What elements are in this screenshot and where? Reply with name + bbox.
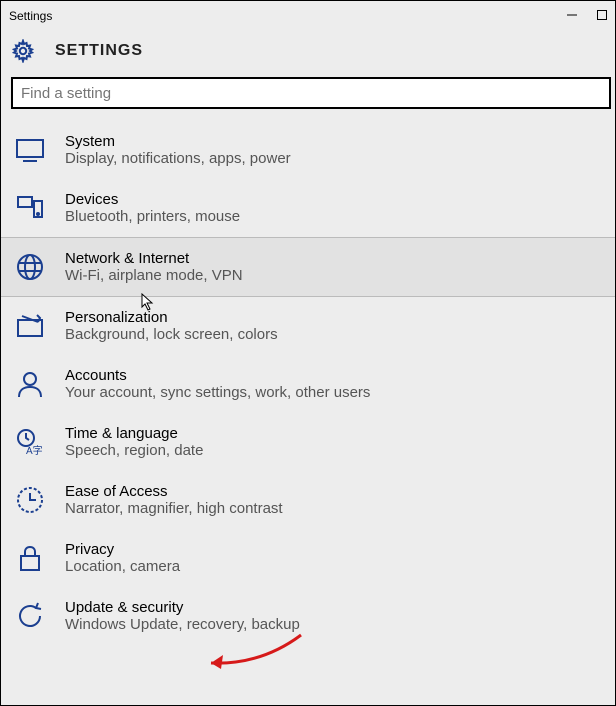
header: SETTINGS (1, 31, 615, 77)
category-desc: Display, notifications, apps, power (65, 150, 291, 167)
category-ease[interactable]: Ease of Access Narrator, magnifier, high… (1, 471, 615, 529)
category-title: Devices (65, 191, 240, 208)
lock-icon (15, 543, 45, 573)
person-icon (15, 369, 45, 399)
globe-icon (15, 252, 45, 282)
window-titlebar: Settings (1, 1, 615, 31)
ease-of-access-icon (15, 485, 45, 515)
category-text: System Display, notifications, apps, pow… (65, 133, 291, 167)
category-desc: Background, lock screen, colors (65, 326, 278, 343)
category-personalization[interactable]: Personalization Background, lock screen,… (1, 297, 615, 355)
category-time[interactable]: A字 Time & language Speech, region, date (1, 413, 615, 471)
personalization-icon (15, 311, 45, 341)
category-text: Time & language Speech, region, date (65, 425, 203, 459)
svg-text:A字: A字 (26, 444, 43, 457)
category-text: Network & Internet Wi-Fi, airplane mode,… (65, 250, 243, 284)
maximize-icon[interactable] (597, 9, 607, 23)
category-network[interactable]: Network & Internet Wi-Fi, airplane mode,… (1, 237, 615, 297)
category-title: Personalization (65, 309, 278, 326)
category-desc: Windows Update, recovery, backup (65, 616, 300, 633)
category-desc: Wi-Fi, airplane mode, VPN (65, 267, 243, 284)
category-text: Ease of Access Narrator, magnifier, high… (65, 483, 283, 517)
category-title: Ease of Access (65, 483, 283, 500)
minimize-icon[interactable] (567, 9, 577, 23)
category-desc: Bluetooth, printers, mouse (65, 208, 240, 225)
page-title: SETTINGS (55, 42, 143, 60)
window-controls (567, 9, 607, 23)
devices-icon (15, 193, 45, 223)
time-language-icon: A字 (15, 427, 45, 457)
category-desc: Speech, region, date (65, 442, 203, 459)
search-input[interactable] (21, 85, 601, 102)
category-accounts[interactable]: Accounts Your account, sync settings, wo… (1, 355, 615, 413)
category-text: Update & security Windows Update, recove… (65, 599, 300, 633)
category-desc: Your account, sync settings, work, other… (65, 384, 370, 401)
category-text: Accounts Your account, sync settings, wo… (65, 367, 370, 401)
category-title: Accounts (65, 367, 370, 384)
category-text: Privacy Location, camera (65, 541, 180, 575)
category-system[interactable]: System Display, notifications, apps, pow… (1, 121, 615, 179)
category-desc: Location, camera (65, 558, 180, 575)
update-icon (15, 601, 45, 631)
category-desc: Narrator, magnifier, high contrast (65, 500, 283, 517)
category-devices[interactable]: Devices Bluetooth, printers, mouse (1, 179, 615, 237)
category-update[interactable]: Update & security Windows Update, recove… (1, 587, 615, 645)
category-title: Update & security (65, 599, 300, 616)
display-icon (15, 135, 45, 165)
window-title: Settings (9, 9, 567, 23)
category-privacy[interactable]: Privacy Location, camera (1, 529, 615, 587)
category-title: Privacy (65, 541, 180, 558)
search-box[interactable] (11, 77, 611, 109)
category-list: System Display, notifications, apps, pow… (1, 121, 615, 645)
category-text: Devices Bluetooth, printers, mouse (65, 191, 240, 225)
category-title: Time & language (65, 425, 203, 442)
category-title: System (65, 133, 291, 150)
category-title: Network & Internet (65, 250, 243, 267)
category-text: Personalization Background, lock screen,… (65, 309, 278, 343)
gear-icon (11, 39, 35, 63)
